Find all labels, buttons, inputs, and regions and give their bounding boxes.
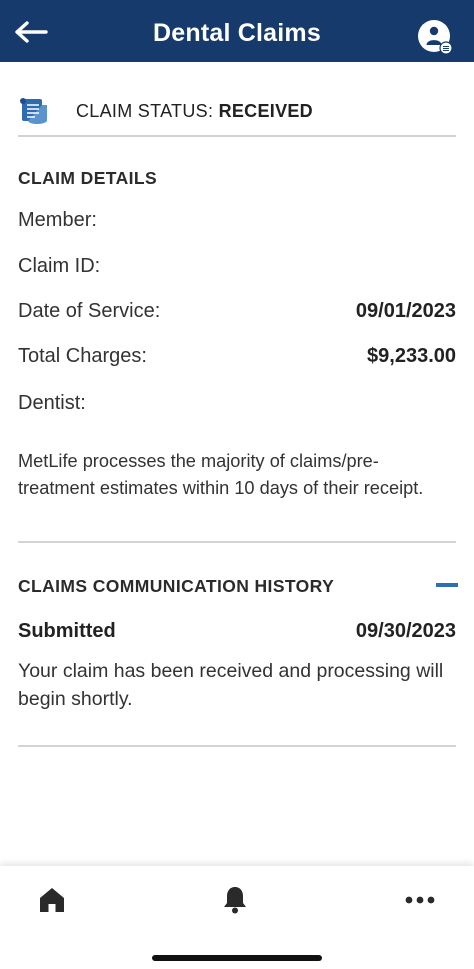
divider (18, 541, 456, 543)
user-profile-icon (418, 20, 453, 55)
profile-button[interactable] (417, 19, 453, 55)
home-icon (40, 888, 64, 912)
bottom-tab-bar (0, 866, 474, 969)
app-header: Dental Claims (0, 0, 474, 62)
member-label: Member: (18, 209, 97, 231)
claim-id-row: Claim ID: (18, 255, 456, 283)
more-dots-icon (405, 896, 435, 904)
tab-notifications[interactable] (213, 880, 257, 920)
divider (18, 135, 456, 137)
claim-status-label: CLAIM STATUS: (76, 100, 214, 121)
member-row: Member: (18, 209, 456, 237)
claim-status-text: CLAIM STATUS: RECEIVED (76, 101, 313, 122)
claim-status-row: CLAIM STATUS: RECEIVED (18, 94, 458, 128)
tab-more[interactable] (398, 880, 442, 920)
date-of-service-value: 09/01/2023 (355, 300, 456, 322)
total-charges-label: Total Charges: (18, 345, 147, 367)
minus-icon[interactable] (436, 583, 458, 587)
document-scroll-icon (20, 98, 47, 124)
page-title: Dental Claims (153, 19, 321, 47)
claim-details-heading: CLAIM DETAILS (18, 168, 158, 188)
processing-note: MetLife processes the majority of claims… (18, 451, 424, 498)
history-entry-date: 09/30/2023 (355, 620, 456, 642)
history-entry-message: Your claim has been received and process… (18, 660, 444, 710)
tab-home[interactable] (30, 880, 74, 920)
bell-icon (224, 887, 246, 914)
total-charges-row: Total Charges: $9,233.00 (18, 345, 456, 373)
total-charges-value: $9,233.00 (367, 345, 456, 367)
home-indicator[interactable] (152, 955, 322, 961)
claim-id-label: Claim ID: (18, 255, 101, 277)
divider (18, 745, 456, 747)
dentist-row: Dentist: (18, 392, 456, 420)
date-of-service-row: Date of Service: 09/01/2023 (18, 300, 456, 328)
history-entry-status: Submitted (18, 620, 116, 642)
dentist-label: Dentist: (18, 392, 86, 414)
date-of-service-label: Date of Service: (18, 300, 161, 322)
communication-history-heading: CLAIMS COMMUNICATION HISTORY (18, 576, 335, 596)
claim-status-value: RECEIVED (218, 100, 313, 121)
